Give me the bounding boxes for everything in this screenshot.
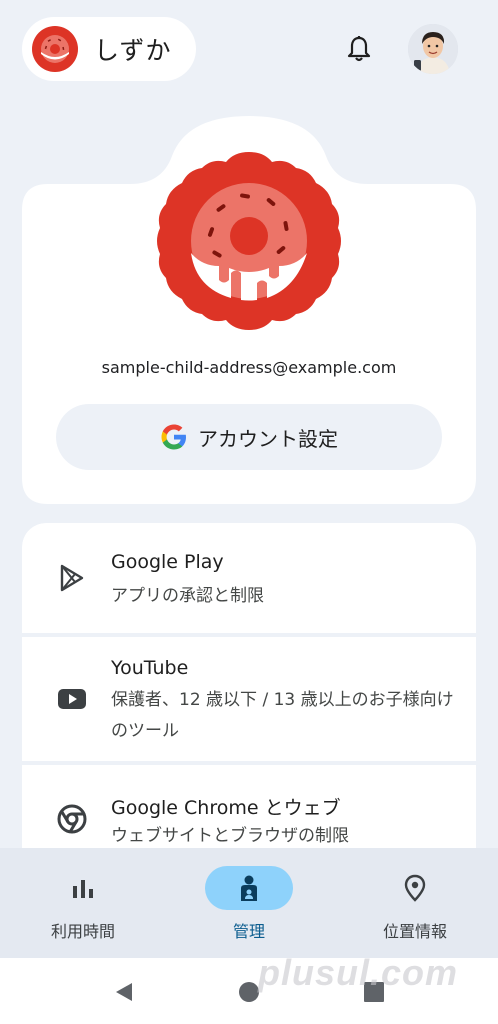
user-avatar[interactable] (408, 24, 458, 74)
youtube-icon (56, 683, 88, 715)
list-item-title: Google Play (111, 551, 224, 573)
nav-label: 管理 (232, 922, 265, 941)
nav-location[interactable]: 位置情報 (332, 848, 498, 958)
child-name: しずか (94, 36, 172, 65)
location-pin-icon (371, 866, 459, 910)
nav-manage[interactable]: 管理 (166, 848, 332, 958)
nav-usage-time[interactable]: 利用時間 (0, 848, 166, 958)
back-icon[interactable] (112, 980, 136, 1004)
watermark: plusul.com (258, 952, 459, 993)
google-play-icon (56, 562, 88, 594)
google-g-icon (161, 424, 186, 450)
list-item-youtube[interactable]: YouTube 保護者、12 歳以下 / 13 歳以上のお子様向けのツール (22, 637, 476, 761)
bell-icon[interactable] (342, 32, 376, 66)
list-item-title: YouTube (111, 657, 189, 679)
child-email: sample-child-address@example.com (101, 358, 397, 377)
account-settings-label: アカウント設定 (198, 426, 338, 451)
child-manage-icon (205, 866, 293, 910)
list-item-subtitle: 保護者、12 歳以下 / 13 歳以上のお子様向けのツール (111, 690, 454, 741)
donut-icon (41, 35, 69, 63)
settings-list: Google Play アプリの承認と制限 YouTube 保護者、12 歳以下… (22, 523, 476, 853)
child-profile-badge (156, 148, 342, 334)
child-profile-chip[interactable]: しずか (22, 17, 196, 81)
list-item-title: Google Chrome とウェブ (111, 797, 341, 819)
list-item-subtitle: アプリの承認と制限 (111, 586, 264, 606)
person-portrait-icon (408, 24, 458, 74)
account-settings-button[interactable]: アカウント設定 (56, 404, 442, 470)
list-item-google-play[interactable]: Google Play アプリの承認と制限 (22, 523, 476, 633)
nav-label: 位置情報 (382, 922, 447, 941)
bar-chart-icon (39, 866, 127, 910)
chrome-icon (56, 803, 88, 835)
child-avatar (32, 26, 78, 72)
nav-label: 利用時間 (50, 922, 115, 941)
profile-card: sample-child-address@example.com アカウント設定 (22, 114, 476, 504)
bottom-navigation: 利用時間 管理 位置情報 (0, 848, 498, 958)
list-item-chrome[interactable]: Google Chrome とウェブ ウェブサイトとブラウザの制限 (22, 765, 476, 853)
